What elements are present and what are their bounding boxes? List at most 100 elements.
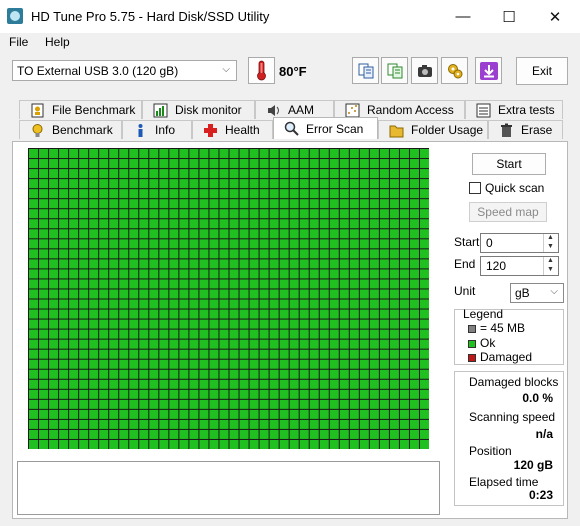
- temperature-button[interactable]: [248, 57, 275, 84]
- spinner-arrows[interactable]: ▲ ▼: [543, 234, 558, 252]
- scan-block: [59, 169, 69, 179]
- options-button[interactable]: [441, 57, 468, 84]
- scan-block: [29, 149, 39, 159]
- scan-block: [399, 339, 409, 349]
- exit-button[interactable]: Exit: [516, 57, 568, 85]
- scan-block: [309, 249, 319, 259]
- scan-block: [399, 309, 409, 319]
- scan-block: [79, 179, 89, 189]
- scan-block: [29, 439, 39, 449]
- scan-block: [389, 209, 399, 219]
- tab-benchmark[interactable]: Benchmark: [19, 120, 122, 139]
- scan-block: [369, 329, 379, 339]
- scan-block: [229, 239, 239, 249]
- scan-block: [319, 439, 329, 449]
- save-button[interactable]: [475, 57, 502, 84]
- scan-block: [229, 189, 239, 199]
- start-button[interactable]: Start: [472, 153, 546, 175]
- start-value-spinner[interactable]: 0 ▲ ▼: [480, 233, 559, 253]
- scan-block: [179, 289, 189, 299]
- scan-block: [199, 279, 209, 289]
- scan-block: [209, 299, 219, 309]
- scan-block: [249, 279, 259, 289]
- scan-block: [69, 429, 79, 439]
- scan-block: [149, 359, 159, 369]
- scan-block: [359, 379, 369, 389]
- scan-block: [339, 309, 349, 319]
- scan-block: [159, 199, 169, 209]
- scan-block: [179, 329, 189, 339]
- copy-all-button[interactable]: [381, 57, 408, 84]
- drive-select[interactable]: TO External USB 3.0 (120 gB) ⌵: [12, 60, 237, 81]
- scan-block: [109, 219, 119, 229]
- scan-block: [269, 419, 279, 429]
- copy-info-button[interactable]: [352, 57, 379, 84]
- scan-block: [49, 369, 59, 379]
- unit-select[interactable]: gB ⌵: [510, 283, 564, 303]
- scan-block: [229, 409, 239, 419]
- scan-block: [169, 189, 179, 199]
- scan-log-area[interactable]: [17, 461, 440, 515]
- scan-block: [169, 169, 179, 179]
- random-access-icon: [345, 103, 360, 117]
- scan-block: [189, 259, 199, 269]
- scan-block: [49, 409, 59, 419]
- tab-error-scan[interactable]: Error Scan: [273, 117, 378, 139]
- scan-block: [309, 339, 319, 349]
- scan-block: [409, 299, 419, 309]
- scan-block: [59, 419, 69, 429]
- quick-scan-checkbox[interactable]: [469, 182, 481, 194]
- scan-block: [109, 339, 119, 349]
- scan-block: [59, 239, 69, 249]
- scan-block: [179, 239, 189, 249]
- scan-block: [279, 409, 289, 419]
- scan-block: [69, 369, 79, 379]
- scan-block: [199, 359, 209, 369]
- scan-block: [99, 379, 109, 389]
- scan-block: [99, 189, 109, 199]
- tab-erase[interactable]: Erase: [488, 120, 563, 139]
- scan-block: [229, 269, 239, 279]
- scan-block: [69, 279, 79, 289]
- menu-file[interactable]: File: [9, 35, 28, 49]
- scan-block: [229, 399, 239, 409]
- scan-block: [309, 389, 319, 399]
- gears-icon: [447, 63, 462, 78]
- scan-block: [329, 269, 339, 279]
- tab-health[interactable]: Health: [192, 120, 273, 139]
- speed-map-button[interactable]: Speed map: [469, 202, 547, 222]
- scan-block: [219, 169, 229, 179]
- scan-block: [49, 349, 59, 359]
- scan-block: [239, 379, 249, 389]
- scan-block: [169, 269, 179, 279]
- tab-disk-monitor[interactable]: Disk monitor: [142, 100, 255, 119]
- scan-block: [249, 239, 259, 249]
- end-value-spinner[interactable]: 120 ▲ ▼: [480, 256, 559, 276]
- close-button[interactable]: ✕: [532, 0, 578, 33]
- tab-extra-tests[interactable]: Extra tests: [465, 100, 563, 119]
- scan-block: [99, 259, 109, 269]
- maximize-button[interactable]: ☐: [486, 0, 532, 33]
- minimize-button[interactable]: —: [440, 0, 486, 33]
- scan-block: [159, 269, 169, 279]
- scan-block: [369, 169, 379, 179]
- tab-file-benchmark[interactable]: File Benchmark: [19, 100, 142, 119]
- tab-info[interactable]: Info: [122, 120, 192, 139]
- menu-help[interactable]: Help: [45, 35, 70, 49]
- scan-block: [199, 369, 209, 379]
- scan-block: [229, 229, 239, 239]
- scan-block: [229, 349, 239, 359]
- scan-block: [239, 309, 249, 319]
- scan-block: [99, 359, 109, 369]
- spinner-arrows[interactable]: ▲ ▼: [543, 257, 558, 275]
- scan-block: [409, 379, 419, 389]
- scan-block: [279, 279, 289, 289]
- scan-block: [179, 159, 189, 169]
- screenshot-button[interactable]: [411, 57, 438, 84]
- scan-block: [79, 329, 89, 339]
- scan-block: [359, 269, 369, 279]
- scan-block: [89, 209, 99, 219]
- scan-block: [29, 239, 39, 249]
- tab-folder-usage[interactable]: Folder Usage: [378, 120, 488, 139]
- scan-block: [269, 199, 279, 209]
